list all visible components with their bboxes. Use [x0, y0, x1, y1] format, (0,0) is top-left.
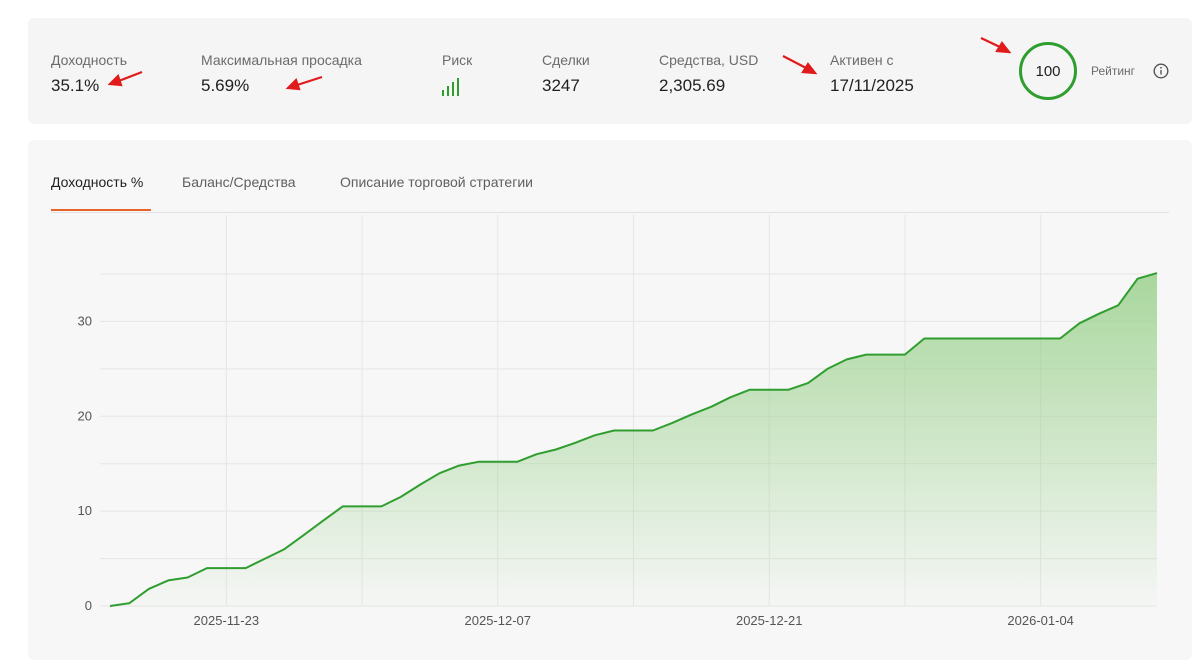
x-tick-label: 2026-01-04 — [1007, 613, 1074, 628]
annotation-arrows — [107, 37, 1012, 91]
y-tick-label: 10 — [78, 503, 92, 518]
y-tick-label: 30 — [78, 313, 92, 328]
x-tick-label: 2025-11-23 — [194, 613, 260, 628]
y-tick-label: 20 — [78, 408, 92, 423]
x-tick-label: 2025-12-21 — [736, 613, 803, 628]
x-tick-label: 2025-12-07 — [465, 613, 532, 628]
y-tick-label: 0 — [85, 598, 92, 613]
